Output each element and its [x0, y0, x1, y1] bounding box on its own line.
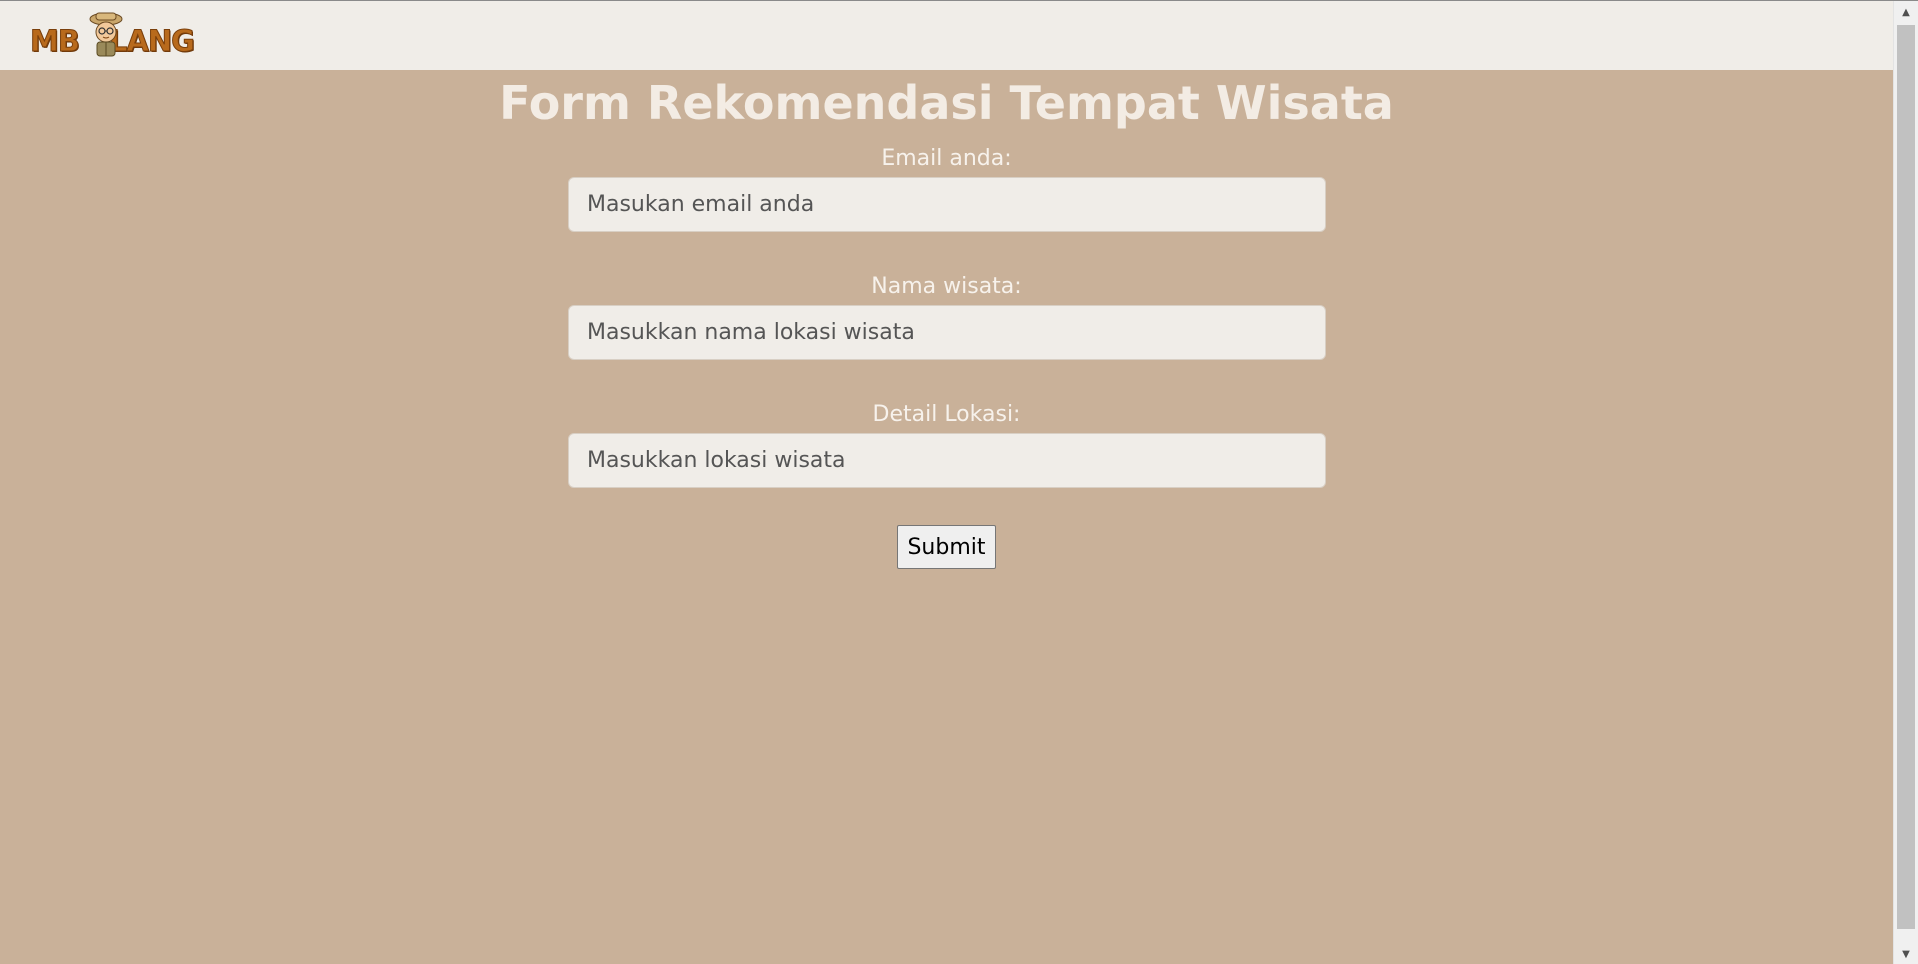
vertical-scrollbar[interactable]: ▲ ▼: [1893, 1, 1918, 964]
navbar: MB LANG: [0, 1, 1893, 70]
brand-logo[interactable]: MB LANG: [30, 10, 232, 59]
nama-wisata-input[interactable]: [568, 305, 1326, 360]
scrollbar-thumb[interactable]: [1897, 25, 1915, 929]
scroll-up-arrow-icon[interactable]: ▲: [1894, 1, 1918, 23]
nama-wisata-label: Nama wisata:: [871, 274, 1022, 299]
form-container: Form Rekomendasi Tempat Wisata Email and…: [0, 70, 1893, 964]
detail-lokasi-label: Detail Lokasi:: [872, 402, 1021, 427]
email-input[interactable]: [568, 177, 1326, 232]
email-label: Email anda:: [881, 146, 1012, 171]
page-title: Form Rekomendasi Tempat Wisata: [499, 76, 1394, 130]
scroll-down-arrow-icon[interactable]: ▼: [1894, 943, 1918, 964]
detail-lokasi-input[interactable]: [568, 433, 1326, 488]
page: MB LANG Form Rekomendasi Tempat Wisata Em…: [0, 0, 1918, 964]
submit-button[interactable]: Submit: [897, 525, 996, 569]
explorer-mascot-icon: [89, 12, 123, 57]
logo-text-left: MB: [30, 24, 81, 59]
